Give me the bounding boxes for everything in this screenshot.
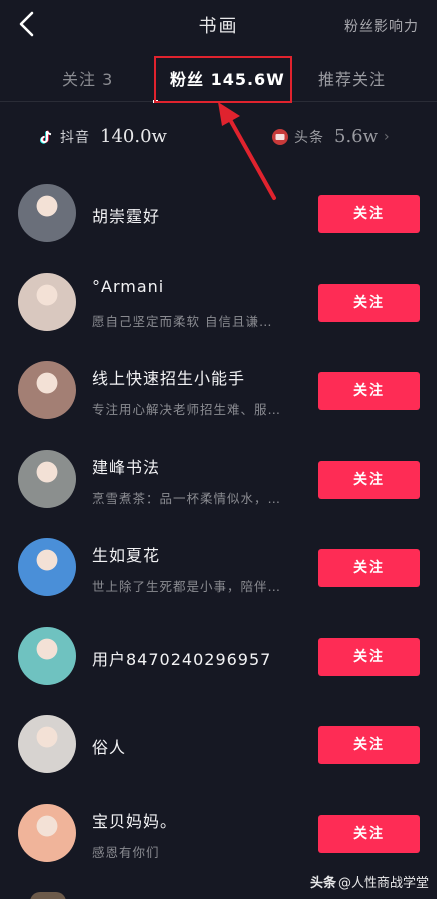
list-item[interactable]: 宝贝妈妈。感恩有你们 关注 (0, 790, 437, 878)
douyin-logo-icon (38, 129, 54, 145)
follow-button[interactable]: 关注 (318, 726, 420, 764)
avatar[interactable] (18, 361, 76, 419)
avatar[interactable] (18, 184, 76, 242)
toutiao-fan-count: 5.6w (334, 126, 379, 147)
fan-sources: 抖音 140.0w 头条 5.6w › (0, 118, 437, 158)
tab-following[interactable]: 关注 3 (62, 66, 113, 90)
follower-name[interactable]: 俗人 (92, 734, 126, 758)
avatar[interactable] (18, 803, 76, 862)
avatar[interactable] (18, 715, 76, 773)
follower-name[interactable]: 用户8470240296957 (92, 646, 271, 670)
list-item[interactable]: 生如夏花世上除了生死都是小事，陪伴… 关注 (0, 524, 437, 612)
tab-recommended[interactable]: 推荐关注 (318, 66, 386, 90)
avatar[interactable] (18, 449, 76, 508)
annotation-highlight-box (154, 56, 292, 103)
watermark-text: @人性商战学堂 (337, 876, 429, 891)
chevron-right-icon: › (384, 128, 390, 145)
watermark-brand: 头条 (309, 876, 336, 891)
follower-name[interactable]: 宝贝妈妈。 (92, 808, 177, 832)
list-item[interactable]: °Armani 愿自己坚定而柔软 自信且谦… 关注 (0, 259, 437, 347)
follow-button[interactable]: 关注 (318, 283, 420, 322)
toutiao-logo-icon (272, 128, 288, 145)
list-item[interactable]: 建峰书法烹雪煮茶：品一杯柔情似水，… 关注 (0, 436, 437, 524)
douyin-fan-count: 140.0w (100, 126, 167, 147)
follower-name[interactable]: °Armani (92, 277, 164, 296)
list-item[interactable]: 用户8470240296957 关注 (0, 613, 437, 701)
follower-bio: 烹雪煮茶：品一杯柔情似水，… (92, 490, 282, 506)
follower-bio: 愿自己坚定而柔软 自信且谦… (92, 313, 273, 329)
douyin-label: 抖音 (60, 129, 90, 146)
partial-avatar (30, 892, 66, 899)
list-item[interactable]: 俗人 关注 (0, 701, 437, 789)
avatar[interactable] (18, 626, 76, 685)
follower-bio: 专注用心解决老师招生难、服… (92, 402, 282, 417)
follow-button[interactable]: 关注 (318, 814, 420, 853)
douyin-source[interactable]: 抖音 140.0w (38, 126, 167, 147)
follower-bio: 感恩有你们 (92, 844, 160, 860)
list-item[interactable]: 线上快速招生小能手专注用心解决老师招生难、服… 关注 (0, 347, 437, 435)
toutiao-label: 头条 (294, 129, 324, 146)
list-item[interactable]: 胡崇霆好 关注 (0, 170, 437, 258)
top-bar: 书画 粉丝影响力 (0, 0, 437, 48)
avatar[interactable] (18, 538, 76, 596)
follower-name[interactable]: 胡崇霆好 (92, 203, 160, 227)
follow-button[interactable]: 关注 (318, 195, 420, 233)
follow-button[interactable]: 关注 (318, 637, 420, 676)
watermark: 头条 @人性商战学堂 (310, 872, 429, 891)
follower-name[interactable]: 建峰书法 (92, 454, 160, 478)
follower-bio: 世上除了生死都是小事，陪伴… (92, 579, 282, 594)
fan-influence-link[interactable]: 粉丝影响力 (344, 16, 419, 36)
follower-name[interactable]: 生如夏花 (92, 542, 160, 566)
toutiao-source[interactable]: 头条 5.6w › (272, 126, 390, 147)
avatar[interactable] (18, 272, 76, 331)
follow-button[interactable]: 关注 (318, 549, 420, 587)
follow-button[interactable]: 关注 (318, 372, 420, 410)
follow-button[interactable]: 关注 (318, 460, 420, 499)
follower-name[interactable]: 线上快速招生小能手 (92, 365, 245, 389)
